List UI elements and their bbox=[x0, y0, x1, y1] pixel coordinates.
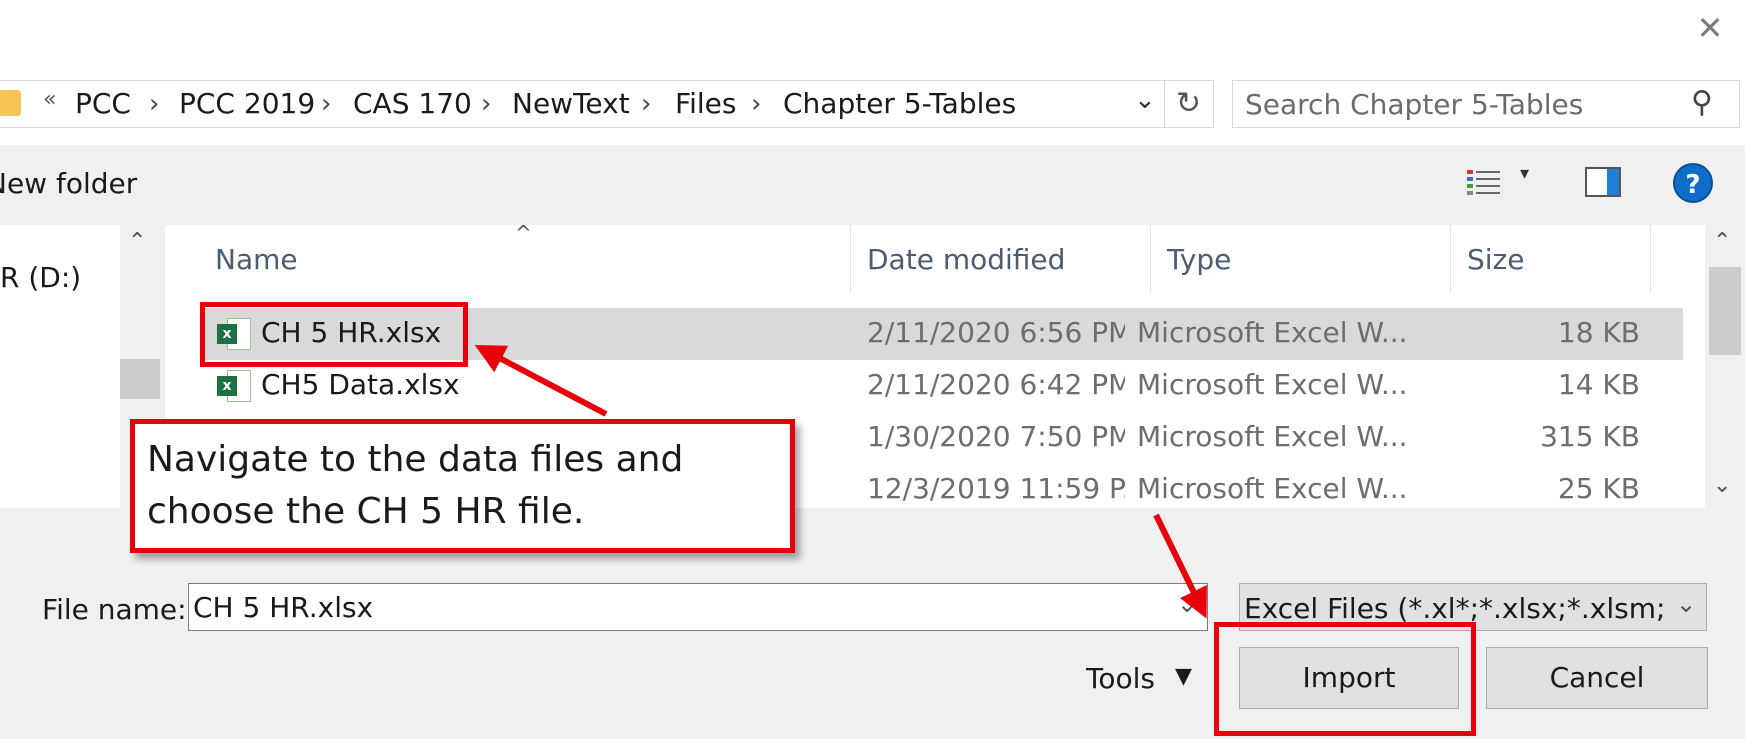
file-date: 12/3/2019 11:59 P... bbox=[867, 472, 1125, 505]
details-view-icon[interactable] bbox=[1466, 167, 1502, 197]
file-type-value: Excel Files (*.xl*;*.xlsx;*.xlsm;*.xls bbox=[1244, 592, 1664, 625]
highlight-import-button bbox=[1214, 622, 1476, 736]
chevron-down-icon[interactable]: ⌄ bbox=[1134, 85, 1156, 115]
breadcrumb-newtext[interactable]: NewText bbox=[512, 87, 630, 120]
file-date: 2/11/2020 6:56 PM bbox=[867, 316, 1125, 349]
file-type: Microsoft Excel W... bbox=[1137, 316, 1407, 349]
column-header-date[interactable]: Date modified bbox=[867, 243, 1065, 276]
view-dropdown-icon[interactable]: ▾ bbox=[1520, 163, 1529, 184]
help-button[interactable]: ? bbox=[1673, 163, 1713, 203]
chevron-right-icon[interactable]: › bbox=[641, 89, 651, 119]
file-list-scrollbar[interactable]: ⌃ ⌄ bbox=[1705, 225, 1745, 508]
column-header-type[interactable]: Type bbox=[1167, 243, 1231, 276]
file-name-field[interactable] bbox=[193, 590, 1153, 624]
breadcrumb-cas-170[interactable]: CAS 170 bbox=[353, 87, 472, 120]
breadcrumb-files[interactable]: Files bbox=[675, 87, 736, 120]
column-header-size[interactable]: Size bbox=[1467, 243, 1524, 276]
tools-dropdown-icon[interactable]: ▼ bbox=[1175, 664, 1192, 689]
breadcrumb-pcc-2019[interactable]: PCC 2019 bbox=[179, 87, 315, 120]
chevron-right-icon[interactable]: › bbox=[751, 89, 761, 119]
file-name: CH5 Data.xlsx bbox=[261, 368, 460, 401]
excel-file-icon: x bbox=[217, 368, 251, 404]
file-type: Microsoft Excel W... bbox=[1137, 472, 1407, 505]
nav-item-drive-d[interactable]: R (D:) bbox=[0, 261, 81, 294]
column-divider[interactable] bbox=[1150, 225, 1151, 293]
file-size: 315 KB bbox=[1540, 420, 1640, 453]
folder-icon bbox=[0, 90, 21, 116]
column-divider[interactable] bbox=[850, 225, 851, 293]
search-input[interactable] bbox=[1245, 87, 1675, 121]
nav-scroll-thumb[interactable] bbox=[120, 359, 160, 399]
file-date: 2/11/2020 6:42 PM bbox=[867, 368, 1125, 401]
breadcrumb-chapter-5-tables[interactable]: Chapter 5-Tables bbox=[783, 87, 1016, 120]
search-icon[interactable]: ⚲ bbox=[1691, 85, 1713, 120]
address-bar[interactable]: « PCC › PCC 2019 › CAS 170 › NewText › F… bbox=[0, 80, 1214, 128]
chevron-down-icon[interactable]: ⌄ bbox=[1177, 590, 1197, 618]
tools-button[interactable]: Tools bbox=[1086, 662, 1155, 695]
scroll-up-icon[interactable]: ⌃ bbox=[1713, 229, 1731, 254]
column-divider[interactable] bbox=[1650, 225, 1651, 293]
chevron-right-icon[interactable]: › bbox=[149, 89, 159, 119]
file-list-scroll-thumb[interactable] bbox=[1709, 267, 1741, 355]
instruction-callout: Navigate to the data files and choose th… bbox=[130, 419, 795, 553]
scroll-down-icon[interactable]: ⌄ bbox=[1713, 473, 1731, 498]
file-date: 1/30/2020 7:50 PM bbox=[867, 420, 1125, 453]
file-name-combobox[interactable]: ⌄ bbox=[188, 583, 1208, 631]
refresh-button[interactable]: ↻ bbox=[1164, 81, 1212, 127]
file-type: Microsoft Excel W... bbox=[1137, 368, 1407, 401]
search-box[interactable]: ⚲ bbox=[1232, 80, 1740, 128]
file-size: 25 KB bbox=[1557, 472, 1640, 505]
file-row[interactable]: x CH5 Data.xlsx 2/11/2020 6:42 PM Micros… bbox=[205, 360, 1683, 412]
column-divider[interactable] bbox=[1450, 225, 1451, 293]
chevron-right-icon[interactable]: › bbox=[481, 89, 491, 119]
cancel-button[interactable]: Cancel bbox=[1486, 647, 1708, 709]
highlight-selected-file bbox=[200, 302, 468, 367]
breadcrumb-pcc[interactable]: PCC bbox=[75, 87, 131, 120]
toolbar: New folder ▾ ? bbox=[0, 145, 1745, 223]
column-header-name[interactable]: Name bbox=[215, 243, 298, 276]
new-folder-button[interactable]: New folder bbox=[0, 167, 137, 200]
file-type: Microsoft Excel W... bbox=[1137, 420, 1407, 453]
scroll-up-icon[interactable]: ⌃ bbox=[128, 229, 146, 254]
preview-pane-icon[interactable] bbox=[1585, 167, 1621, 197]
file-name-label: File name: bbox=[42, 593, 187, 626]
file-size: 18 KB bbox=[1557, 316, 1640, 349]
chevron-right-icon[interactable]: › bbox=[321, 89, 331, 119]
breadcrumb-overflow-button[interactable]: « bbox=[43, 87, 56, 112]
chevron-down-icon[interactable]: ⌄ bbox=[1676, 590, 1696, 618]
sort-ascending-icon: ^ bbox=[515, 225, 532, 245]
close-button[interactable]: ✕ bbox=[1690, 8, 1730, 48]
file-size: 14 KB bbox=[1557, 368, 1640, 401]
